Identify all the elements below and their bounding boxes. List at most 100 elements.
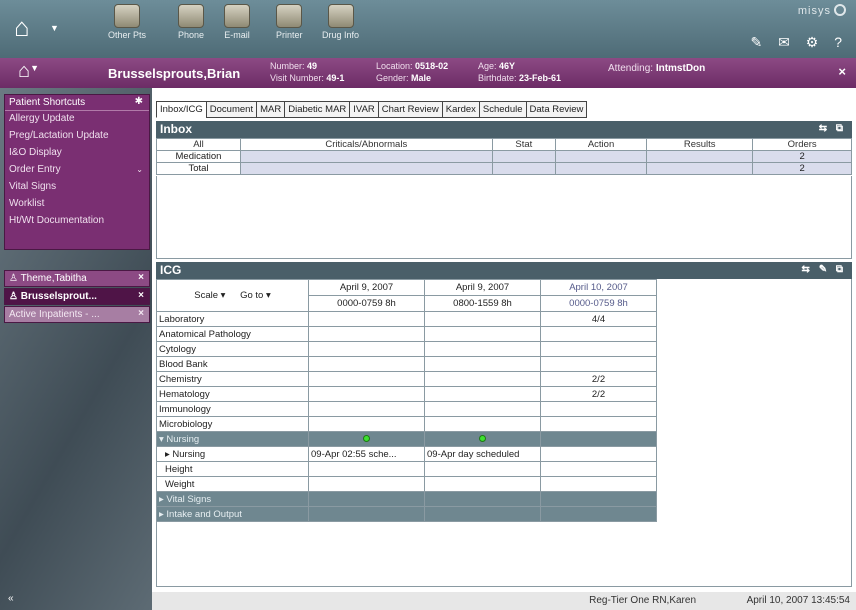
icg-cell[interactable] <box>308 401 425 417</box>
printer-button[interactable]: Printer <box>276 4 303 40</box>
icg-cell[interactable] <box>424 326 541 342</box>
tab-diabetic-mar[interactable]: Diabetic MAR <box>284 101 351 118</box>
phone-button[interactable]: Phone <box>178 4 204 40</box>
toolbar-tools[interactable]: ✎ ✉ ⚙ ? <box>751 34 848 51</box>
scale-dropdown[interactable]: Scale ▾ <box>194 290 225 301</box>
table-row[interactable]: Total 2 <box>156 162 852 175</box>
icg-cell[interactable] <box>540 416 657 432</box>
tab-kardex[interactable]: Kardex <box>441 101 480 118</box>
inbox-cell[interactable] <box>240 150 493 163</box>
tab-chart-review[interactable]: Chart Review <box>377 101 443 118</box>
inbox-cell[interactable] <box>555 150 648 163</box>
table-row[interactable]: Height <box>156 461 657 477</box>
icg-cell[interactable]: 09-Apr 02:55 sche... <box>308 446 425 462</box>
icg-cell[interactable]: 4/4 <box>540 311 657 327</box>
icg-cell[interactable]: 2/2 <box>540 371 657 387</box>
patient-home-button[interactable]: ⌂▼ <box>18 60 39 83</box>
icg-cell[interactable] <box>424 311 541 327</box>
favorite-star-icon[interactable]: ✱ <box>135 96 143 107</box>
shortcut-worklist[interactable]: Worklist <box>5 196 149 213</box>
shortcut-io-display[interactable]: I&O Display <box>5 145 149 162</box>
icg-cell[interactable] <box>424 341 541 357</box>
shortcut-preg-lactation-update[interactable]: Preg/Lactation Update <box>5 128 149 145</box>
icg-group-label[interactable]: ▸ Intake and Output <box>156 506 309 522</box>
icg-group-label[interactable]: ▸ Vital Signs <box>156 491 309 507</box>
icg-cell[interactable] <box>308 356 425 372</box>
patient-tab-theme-tabitha[interactable]: ♙ Theme,Tabitha × <box>4 270 150 287</box>
icg-cell[interactable]: 09-Apr day scheduled <box>424 446 541 462</box>
inbox-col-results[interactable]: Results <box>646 138 754 151</box>
icg-cell[interactable] <box>540 356 657 372</box>
table-row[interactable]: Cytology <box>156 341 657 357</box>
tab-mar[interactable]: MAR <box>256 101 286 118</box>
table-row[interactable]: Hematology 2/2 <box>156 386 657 402</box>
patient-tab-active-inpatients[interactable]: Active Inpatients - ... × <box>4 306 150 323</box>
tab-inbox-icg[interactable]: Inbox/ICG <box>156 101 207 118</box>
inbox-col-orders[interactable]: Orders <box>752 138 852 151</box>
home-button[interactable]: ⌂ ▼ <box>14 12 59 44</box>
other-patients-button[interactable]: Other Pts <box>108 4 146 40</box>
drug-info-button[interactable]: Drug Info <box>322 4 359 40</box>
shortcut-order-entry[interactable]: Order Entry ⌄ <box>5 162 149 179</box>
table-row[interactable]: Immunology <box>156 401 657 417</box>
tab-schedule[interactable]: Schedule <box>478 101 527 118</box>
icg-cell[interactable] <box>424 371 541 387</box>
icg-cell[interactable] <box>540 341 657 357</box>
close-icon[interactable]: × <box>138 308 144 319</box>
inbox-col-stat[interactable]: Stat <box>491 138 557 151</box>
status-dot-icon[interactable] <box>363 434 370 442</box>
icg-cell[interactable] <box>424 356 541 372</box>
shortcut-vital-signs[interactable]: Vital Signs <box>5 179 149 196</box>
icg-cell[interactable] <box>308 416 425 432</box>
inbox-cell[interactable]: 2 <box>752 162 852 175</box>
inbox-col-action[interactable]: Action <box>555 138 648 151</box>
inbox-tools[interactable]: ⇆ ⧉ <box>819 123 846 134</box>
inbox-cell[interactable] <box>240 162 493 175</box>
goto-dropdown[interactable]: Go to ▾ <box>240 290 271 301</box>
icg-cell[interactable] <box>308 371 425 387</box>
icg-cell[interactable] <box>540 446 657 462</box>
icg-cell[interactable] <box>424 461 541 477</box>
icg-cell[interactable] <box>308 326 425 342</box>
icg-group-nursing[interactable]: ▾ Nursing <box>156 431 657 447</box>
icg-cell[interactable] <box>308 476 425 492</box>
close-icon[interactable]: × <box>138 290 144 301</box>
table-row[interactable]: Weight <box>156 476 657 492</box>
tab-data-review[interactable]: Data Review <box>525 101 588 118</box>
icg-cell[interactable] <box>308 386 425 402</box>
icg-cell[interactable] <box>540 326 657 342</box>
table-row[interactable]: Laboratory 4/4 <box>156 311 657 327</box>
inbox-cell[interactable] <box>646 162 754 175</box>
close-icon[interactable]: × <box>138 272 144 283</box>
table-row[interactable]: Medication 2 <box>156 150 852 163</box>
icg-group-vital-signs[interactable]: ▸ Vital Signs <box>156 491 657 507</box>
tab-document[interactable]: Document <box>205 101 258 118</box>
inbox-col-criticals[interactable]: Criticals/Abnormals <box>240 138 493 151</box>
icg-cell[interactable]: 2/2 <box>540 386 657 402</box>
icg-cell[interactable] <box>308 461 425 477</box>
table-row[interactable]: Anatomical Pathology <box>156 326 657 342</box>
email-button[interactable]: E-mail <box>224 4 250 40</box>
icg-cell[interactable] <box>424 401 541 417</box>
table-row[interactable]: Blood Bank <box>156 356 657 372</box>
icg-group-intake-output[interactable]: ▸ Intake and Output <box>156 506 657 522</box>
icg-cell[interactable] <box>308 341 425 357</box>
icg-cell[interactable] <box>424 386 541 402</box>
inbox-cell[interactable] <box>491 150 557 163</box>
icg-cell[interactable] <box>424 476 541 492</box>
icg-cell[interactable] <box>540 476 657 492</box>
patient-tab-brusselsprouts[interactable]: ♙ Brusselsprout... × <box>4 288 150 305</box>
shortcut-ht-wt-documentation[interactable]: Ht/Wt Documentation <box>5 213 149 230</box>
inbox-cell[interactable] <box>491 162 557 175</box>
icg-cell[interactable] <box>540 461 657 477</box>
icg-tools[interactable]: ⇆ ✎ ⧉ <box>802 264 846 275</box>
table-row[interactable]: ▸ Nursing 09-Apr 02:55 sche... 09-Apr day … <box>156 446 657 462</box>
inbox-col-all[interactable]: All <box>156 138 241 151</box>
tab-ivar[interactable]: IVAR <box>349 101 379 118</box>
table-row[interactable]: Microbiology <box>156 416 657 432</box>
icg-cell[interactable] <box>424 416 541 432</box>
inbox-cell[interactable] <box>555 162 648 175</box>
icg-row-label[interactable]: ▸ Nursing <box>156 446 309 462</box>
table-row[interactable]: Chemistry 2/2 <box>156 371 657 387</box>
close-patient-button[interactable]: × <box>838 64 846 79</box>
